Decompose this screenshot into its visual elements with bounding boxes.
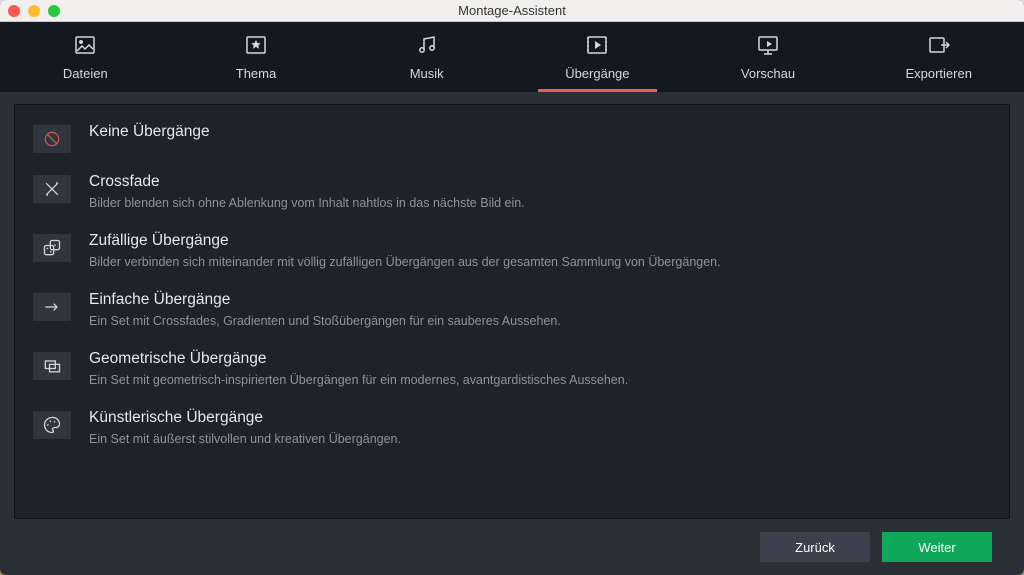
option-title: Einfache Übergänge bbox=[89, 291, 561, 309]
close-window-button[interactable] bbox=[8, 5, 20, 17]
window-title: Montage-Assistent bbox=[0, 3, 1024, 18]
tab-label: Exportieren bbox=[905, 66, 971, 81]
files-icon bbox=[73, 33, 97, 60]
window-controls bbox=[8, 5, 60, 17]
footer: Zurück Weiter bbox=[14, 519, 1010, 575]
next-button[interactable]: Weiter bbox=[882, 532, 992, 562]
content-area: Keine Übergänge Crossfade Bilder blenden… bbox=[0, 92, 1024, 575]
option-none[interactable]: Keine Übergänge bbox=[25, 113, 999, 163]
option-artistic[interactable]: Künstlerische Übergänge Ein Set mit äuße… bbox=[25, 399, 999, 458]
dice-icon bbox=[33, 234, 71, 262]
titlebar: Montage-Assistent bbox=[0, 0, 1024, 22]
tab-label: Thema bbox=[236, 66, 276, 81]
tab-music[interactable]: Musik bbox=[341, 22, 512, 92]
none-icon bbox=[33, 125, 71, 153]
tab-files[interactable]: Dateien bbox=[0, 22, 171, 92]
option-title: Keine Übergänge bbox=[89, 123, 210, 141]
option-desc: Ein Set mit geometrisch-inspirierten Übe… bbox=[89, 372, 628, 389]
transitions-panel: Keine Übergänge Crossfade Bilder blenden… bbox=[14, 104, 1010, 519]
maximize-window-button[interactable] bbox=[48, 5, 60, 17]
option-simple[interactable]: Einfache Übergänge Ein Set mit Crossfade… bbox=[25, 281, 999, 340]
tab-label: Vorschau bbox=[741, 66, 795, 81]
arrow-icon bbox=[33, 293, 71, 321]
option-random[interactable]: Zufällige Übergänge Bilder verbinden sic… bbox=[25, 222, 999, 281]
option-desc: Ein Set mit Crossfades, Gradienten und S… bbox=[89, 313, 561, 330]
option-title: Crossfade bbox=[89, 173, 525, 191]
option-crossfade[interactable]: Crossfade Bilder blenden sich ohne Ablen… bbox=[25, 163, 999, 222]
preview-icon bbox=[756, 33, 780, 60]
geometric-icon bbox=[33, 352, 71, 380]
tab-transitions[interactable]: Übergänge bbox=[512, 22, 683, 92]
option-geometric[interactable]: Geometrische Übergänge Ein Set mit geome… bbox=[25, 340, 999, 399]
option-desc: Ein Set mit äußerst stilvollen und kreat… bbox=[89, 431, 401, 448]
tab-theme[interactable]: Thema bbox=[171, 22, 342, 92]
app-window: Montage-Assistent Dateien Thema Musik Üb… bbox=[0, 0, 1024, 575]
theme-icon bbox=[244, 33, 268, 60]
option-title: Zufällige Übergänge bbox=[89, 232, 721, 250]
tab-label: Musik bbox=[410, 66, 444, 81]
option-desc: Bilder verbinden sich miteinander mit vö… bbox=[89, 254, 721, 271]
tab-export[interactable]: Exportieren bbox=[853, 22, 1024, 92]
music-icon bbox=[415, 33, 439, 60]
export-icon bbox=[927, 33, 951, 60]
transitions-icon bbox=[585, 33, 609, 60]
tab-label: Übergänge bbox=[565, 66, 629, 81]
minimize-window-button[interactable] bbox=[28, 5, 40, 17]
tab-preview[interactable]: Vorschau bbox=[683, 22, 854, 92]
crossfade-icon bbox=[33, 175, 71, 203]
option-desc: Bilder blenden sich ohne Ablenkung vom I… bbox=[89, 195, 525, 212]
back-button[interactable]: Zurück bbox=[760, 532, 870, 562]
option-title: Geometrische Übergänge bbox=[89, 350, 628, 368]
option-title: Künstlerische Übergänge bbox=[89, 409, 401, 427]
palette-icon bbox=[33, 411, 71, 439]
tab-label: Dateien bbox=[63, 66, 108, 81]
step-tabs: Dateien Thema Musik Übergänge Vorschau bbox=[0, 22, 1024, 92]
